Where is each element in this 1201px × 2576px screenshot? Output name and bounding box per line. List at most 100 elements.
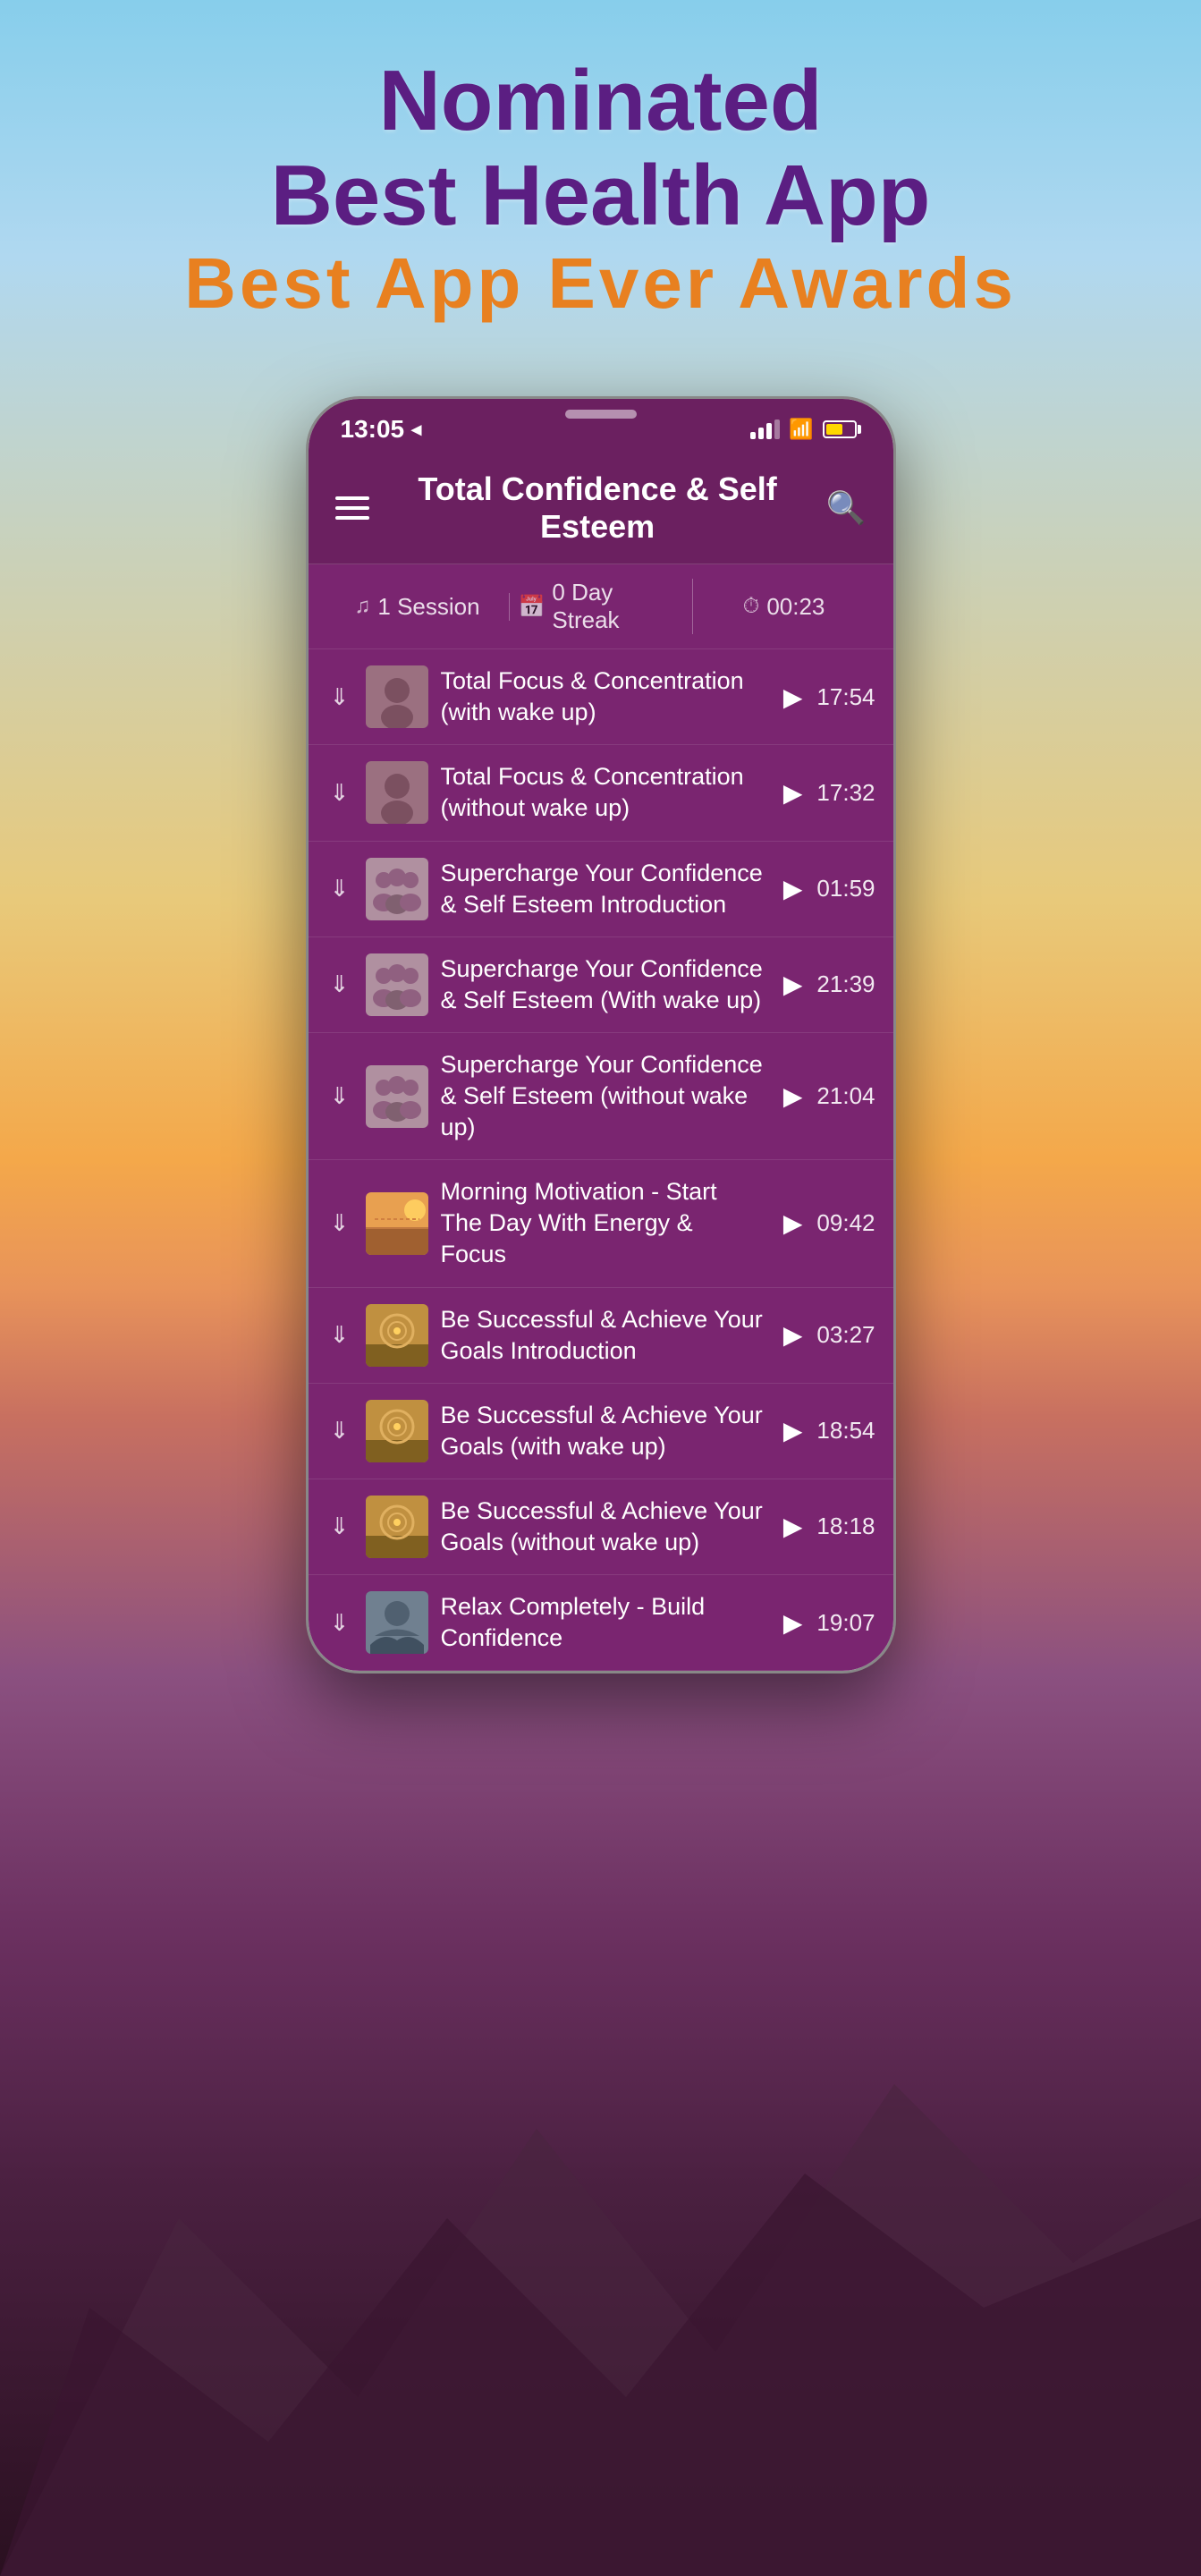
track-item[interactable]: ⇓ Be Successful & Achieve Your Goals Int… <box>309 1288 893 1384</box>
search-icon[interactable]: 🔍 <box>826 489 867 527</box>
award-subtitle: Best App Ever Awards <box>184 242 1017 325</box>
track-name: Total Focus & Concentration (without wak… <box>441 761 765 824</box>
track-info: Total Focus & Concentration (without wak… <box>441 761 765 824</box>
track-info: Be Successful & Achieve Your Goals (with… <box>441 1496 765 1558</box>
track-item[interactable]: ⇓ Be Successful & Achieve Your Goals (wi… <box>309 1384 893 1479</box>
track-info: Be Successful & Achieve Your Goals Intro… <box>441 1304 765 1367</box>
track-controls: ▶ 21:39 <box>777 970 875 999</box>
award-header: Nominated Best Health App Best App Ever … <box>184 54 1017 325</box>
track-info: Total Focus & Concentration (with wake u… <box>441 665 765 728</box>
track-controls: ▶ 19:07 <box>777 1608 875 1638</box>
download-icon[interactable]: ⇓ <box>326 683 353 711</box>
streak-label: 0 Day Streak <box>552 579 682 634</box>
track-controls: ▶ 09:42 <box>777 1208 875 1238</box>
track-item[interactable]: ⇓ Morning Motivation - Start The Day Wit… <box>309 1160 893 1287</box>
download-icon[interactable]: ⇓ <box>326 875 353 902</box>
track-item[interactable]: ⇓ Supercharge Your Confidence & Self Est… <box>309 842 893 937</box>
track-name: Be Successful & Achieve Your Goals Intro… <box>441 1304 765 1367</box>
track-name: Total Focus & Concentration (with wake u… <box>441 665 765 728</box>
track-item[interactable]: ⇓ Be Successful & Achieve Your Goals (wi… <box>309 1479 893 1575</box>
clock-display: 13:05 <box>341 415 405 444</box>
phone-frame: 13:05 ◂ 📶 <box>306 396 896 1674</box>
download-icon[interactable]: ⇓ <box>326 1082 353 1110</box>
track-duration: 01:59 <box>816 875 875 902</box>
track-thumbnail <box>366 1591 428 1654</box>
hamburger-line-1 <box>335 496 369 500</box>
track-thumbnail <box>366 1304 428 1367</box>
track-list: ⇓ Total Focus & Concentration (with wake… <box>309 649 893 1671</box>
award-title-line1: Nominated <box>184 54 1017 148</box>
track-info: Supercharge Your Confidence & Self Estee… <box>441 953 765 1016</box>
play-button[interactable]: ▶ <box>783 1081 803 1111</box>
award-title-line2: Best Health App <box>184 148 1017 243</box>
track-duration: 17:32 <box>816 779 875 807</box>
track-thumbnail <box>366 1065 428 1128</box>
app-title: Total Confidence & Self Esteem <box>369 470 826 546</box>
app-header: Total Confidence & Self Esteem 🔍 <box>309 453 893 564</box>
track-thumbnail <box>366 953 428 1016</box>
signal-bar-3 <box>766 423 772 439</box>
wifi-icon: 📶 <box>789 418 813 441</box>
stats-bar: ♫ 1 Session 📅 0 Day Streak ⏱ 00:23 <box>309 564 893 649</box>
play-button[interactable]: ▶ <box>783 1320 803 1350</box>
track-item[interactable]: ⇓ Relax Completely - Build Confidence ▶ … <box>309 1575 893 1671</box>
track-thumbnail <box>366 1192 428 1255</box>
track-item[interactable]: ⇓ Total Focus & Concentration (without w… <box>309 745 893 841</box>
streak-stat: 📅 0 Day Streak <box>510 579 693 634</box>
track-duration: 09:42 <box>816 1209 875 1237</box>
track-controls: ▶ 17:32 <box>777 778 875 808</box>
track-info: Relax Completely - Build Confidence <box>441 1591 765 1654</box>
track-name: Be Successful & Achieve Your Goals (with… <box>441 1496 765 1558</box>
signal-icon <box>750 419 780 439</box>
track-info: Supercharge Your Confidence & Self Estee… <box>441 858 765 920</box>
track-duration: 18:18 <box>816 1513 875 1540</box>
hamburger-line-3 <box>335 516 369 520</box>
download-icon[interactable]: ⇓ <box>326 1209 353 1237</box>
mountain-silhouette <box>0 1771 1201 2576</box>
status-time: 13:05 ◂ <box>341 415 422 444</box>
track-thumbnail <box>366 858 428 920</box>
track-name: Relax Completely - Build Confidence <box>441 1591 765 1654</box>
track-name: Supercharge Your Confidence & Self Estee… <box>441 858 765 920</box>
track-duration: 18:54 <box>816 1417 875 1445</box>
signal-bar-2 <box>758 428 764 439</box>
home-pill <box>565 410 637 419</box>
track-name: Supercharge Your Confidence & Self Estee… <box>441 1049 765 1143</box>
play-button[interactable]: ▶ <box>783 682 803 712</box>
track-item[interactable]: ⇓ Supercharge Your Confidence & Self Est… <box>309 937 893 1033</box>
download-icon[interactable]: ⇓ <box>326 1609 353 1637</box>
play-button[interactable]: ▶ <box>783 970 803 999</box>
download-icon[interactable]: ⇓ <box>326 970 353 998</box>
play-button[interactable]: ▶ <box>783 1512 803 1541</box>
battery-icon <box>823 420 861 438</box>
menu-button[interactable] <box>335 496 369 520</box>
track-controls: ▶ 17:54 <box>777 682 875 712</box>
track-item[interactable]: ⇓ Supercharge Your Confidence & Self Est… <box>309 1033 893 1160</box>
track-thumbnail <box>366 665 428 728</box>
download-icon[interactable]: ⇓ <box>326 779 353 807</box>
calendar-icon: 📅 <box>519 594 546 620</box>
play-button[interactable]: ▶ <box>783 1416 803 1445</box>
play-button[interactable]: ▶ <box>783 778 803 808</box>
track-thumbnail <box>366 1400 428 1462</box>
track-name: Supercharge Your Confidence & Self Estee… <box>441 953 765 1016</box>
track-controls: ▶ 18:18 <box>777 1512 875 1541</box>
track-controls: ▶ 21:04 <box>777 1081 875 1111</box>
play-button[interactable]: ▶ <box>783 1608 803 1638</box>
track-controls: ▶ 01:59 <box>777 874 875 903</box>
play-button[interactable]: ▶ <box>783 874 803 903</box>
track-info: Morning Motivation - Start The Day With … <box>441 1176 765 1270</box>
time-stat: ⏱ 00:23 <box>693 593 875 621</box>
track-thumbnail <box>366 761 428 824</box>
download-icon[interactable]: ⇓ <box>326 1417 353 1445</box>
battery-body <box>823 420 857 438</box>
track-item[interactable]: ⇓ Total Focus & Concentration (with wake… <box>309 649 893 745</box>
play-button[interactable]: ▶ <box>783 1208 803 1238</box>
track-info: Supercharge Your Confidence & Self Estee… <box>441 1049 765 1143</box>
track-name: Morning Motivation - Start The Day With … <box>441 1176 765 1270</box>
download-icon[interactable]: ⇓ <box>326 1321 353 1349</box>
signal-bar-1 <box>750 432 756 439</box>
hamburger-line-2 <box>335 506 369 510</box>
download-icon[interactable]: ⇓ <box>326 1513 353 1540</box>
sessions-stat: ♫ 1 Session <box>326 593 510 621</box>
